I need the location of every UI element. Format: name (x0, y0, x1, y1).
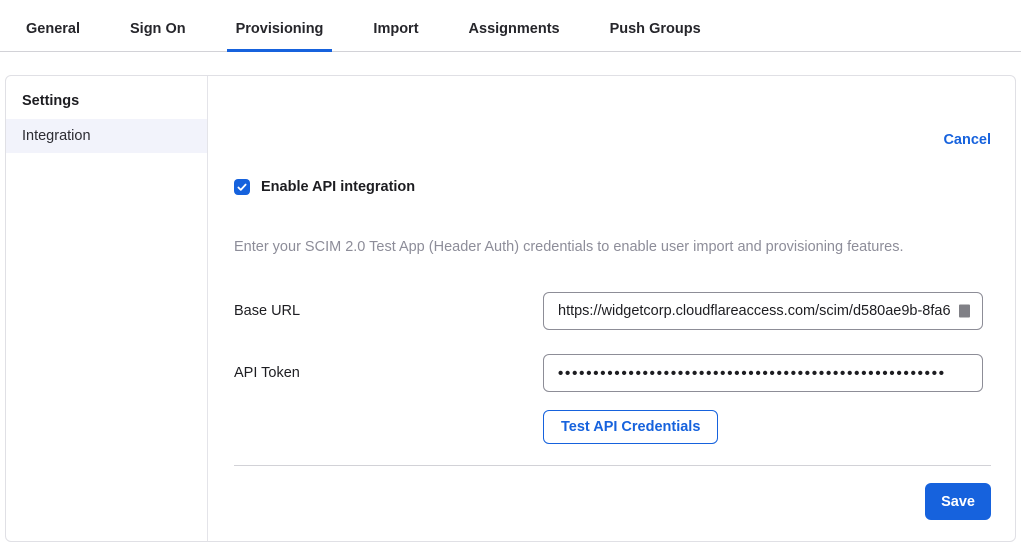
api-token-input-wrap (543, 354, 983, 392)
tab-push-groups[interactable]: Push Groups (601, 21, 710, 51)
integration-form: Cancel Enable API integration Enter your… (208, 76, 1015, 541)
base-url-input-wrap (543, 292, 983, 330)
provisioning-panel: Settings Integration Cancel Enable API i… (5, 75, 1016, 542)
test-credentials-row: Test API Credentials (234, 410, 991, 444)
base-url-label: Base URL (234, 303, 543, 319)
tab-import[interactable]: Import (364, 21, 427, 51)
text-cursor-artifact (959, 305, 970, 318)
enable-api-checkbox[interactable] (234, 179, 250, 195)
tab-general[interactable]: General (17, 21, 89, 51)
footer-divider (234, 465, 991, 466)
enable-api-label: Enable API integration (261, 179, 415, 195)
api-token-label: API Token (234, 365, 543, 381)
enable-api-row: Enable API integration (234, 179, 991, 195)
save-row: Save (234, 483, 991, 520)
app-tab-bar: General Sign On Provisioning Import Assi… (0, 0, 1021, 52)
cancel-link[interactable]: Cancel (943, 132, 991, 148)
settings-sidebar: Settings Integration (6, 76, 208, 541)
sidebar-item-integration[interactable]: Integration (6, 119, 207, 153)
test-api-credentials-button[interactable]: Test API Credentials (543, 410, 718, 444)
check-icon (236, 181, 248, 193)
tab-assignments[interactable]: Assignments (460, 21, 569, 51)
credentials-description: Enter your SCIM 2.0 Test App (Header Aut… (234, 239, 991, 255)
base-url-input[interactable] (543, 292, 983, 330)
sidebar-heading: Settings (6, 82, 207, 119)
tab-provisioning[interactable]: Provisioning (227, 21, 333, 51)
api-token-input[interactable] (543, 354, 983, 392)
base-url-row: Base URL (234, 292, 991, 330)
cancel-row: Cancel (234, 132, 991, 148)
save-button[interactable]: Save (925, 483, 991, 520)
tab-sign-on[interactable]: Sign On (121, 21, 195, 51)
api-token-row: API Token (234, 354, 991, 392)
